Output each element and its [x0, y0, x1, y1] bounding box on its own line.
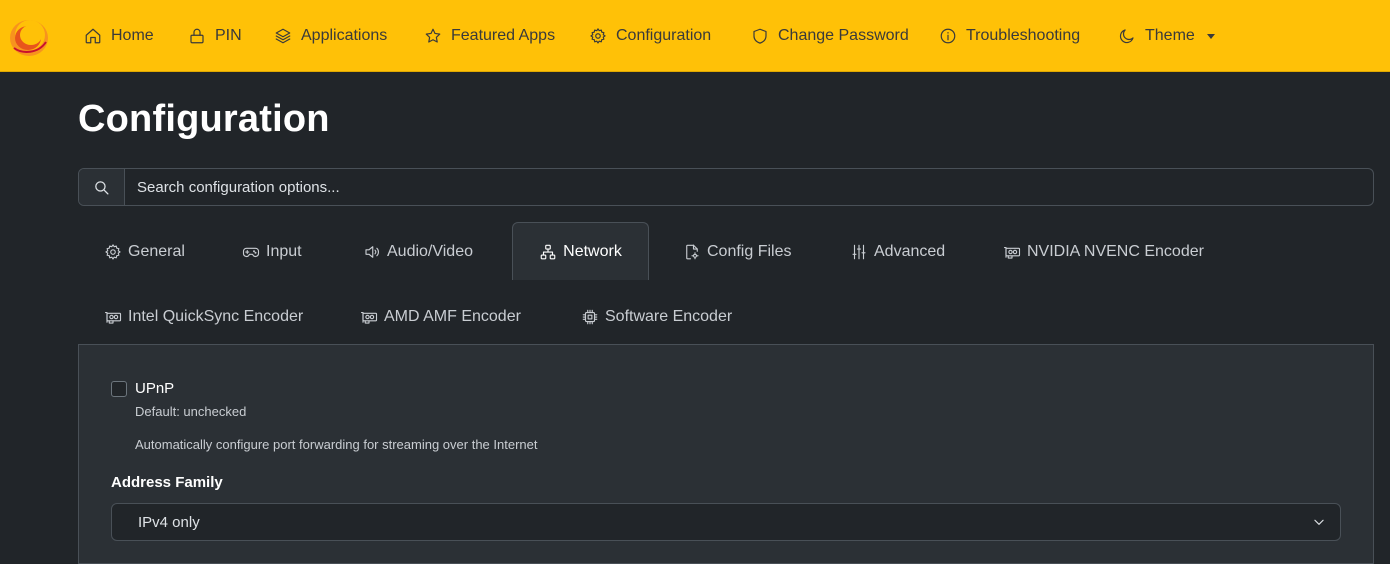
home-icon: [85, 28, 101, 44]
shield-icon: [753, 28, 767, 44]
star-icon: [425, 28, 441, 43]
address-family-value: IPv4 only: [138, 513, 200, 531]
lock-icon: [190, 28, 204, 44]
tab-label: Audio/Video: [387, 243, 473, 260]
search-bar: [78, 168, 1374, 206]
gear-icon: [590, 28, 606, 44]
tab-label: Network: [563, 242, 622, 260]
tab-advanced[interactable]: Advanced: [850, 240, 945, 264]
nav-label: Troubleshooting: [966, 27, 1081, 44]
tab-amd-amf-encoder[interactable]: AMD AMF Encoder: [360, 305, 521, 329]
top-navbar: Home PIN Applications Featured Apps Conf…: [0, 0, 1390, 72]
nav-configuration[interactable]: Configuration: [589, 0, 751, 72]
nav-featured-apps[interactable]: Featured Apps: [424, 0, 589, 72]
nav-label: Theme: [1145, 27, 1195, 44]
gpu-card-icon: [360, 311, 378, 324]
nav-label: Applications: [301, 27, 388, 44]
tab-label: Config Files: [707, 243, 792, 260]
gpu-card-icon: [1003, 246, 1021, 259]
chevron-down-icon: [1314, 519, 1324, 525]
tab-label: Input: [266, 243, 302, 260]
tab-label: Software Encoder: [605, 308, 733, 325]
moon-icon: [1119, 29, 1134, 44]
nav-change-password[interactable]: Change Password: [751, 0, 939, 72]
nav-applications[interactable]: Applications: [274, 0, 424, 72]
info-icon: [940, 28, 956, 44]
upnp-checkbox[interactable]: [111, 381, 127, 397]
app-logo[interactable]: [8, 14, 50, 58]
sliders-icon: [852, 244, 866, 260]
nav-label: Change Password: [778, 27, 909, 44]
gear-icon: [105, 244, 121, 260]
tab-network[interactable]: Network: [512, 222, 649, 280]
nav-theme-dropdown[interactable]: Theme: [1118, 0, 1228, 72]
tab-software-encoder[interactable]: Software Encoder: [581, 305, 732, 329]
tab-audio-video[interactable]: Audio/Video: [363, 240, 473, 264]
upnp-default-text: Default: unchecked: [135, 404, 247, 419]
nav-troubleshooting[interactable]: Troubleshooting: [939, 0, 1118, 72]
nav-label: Configuration: [616, 27, 712, 44]
layers-icon: [275, 28, 291, 44]
cpu-icon: [582, 309, 598, 325]
tab-intel-quicksync-encoder[interactable]: Intel QuickSync Encoder: [104, 305, 303, 329]
tab-label: AMD AMF Encoder: [384, 308, 521, 325]
nav-label: Featured Apps: [451, 27, 556, 44]
network-icon: [540, 244, 556, 259]
gpu-card-icon: [104, 311, 122, 324]
upnp-label[interactable]: UPnP: [135, 380, 174, 397]
tab-label: Intel QuickSync Encoder: [128, 308, 304, 325]
search-addon: [79, 169, 125, 205]
search-input[interactable]: [125, 169, 1373, 205]
nav-home[interactable]: Home: [84, 0, 188, 72]
tab-label: General: [128, 243, 185, 260]
tab-label: Advanced: [874, 243, 946, 260]
address-family-label: Address Family: [111, 474, 223, 491]
gamepad-icon: [242, 247, 260, 258]
nav-pin[interactable]: PIN: [188, 0, 274, 72]
upnp-help-text: Automatically configure port forwarding …: [135, 437, 538, 452]
nav-label: PIN: [215, 27, 242, 44]
page-title: Configuration: [78, 98, 330, 140]
address-family-select[interactable]: IPv4 only: [111, 503, 1341, 541]
tab-label: NVIDIA NVENC Encoder: [1027, 243, 1204, 260]
file-gear-icon: [686, 244, 699, 260]
speaker-icon: [365, 246, 379, 258]
caret-down-icon: [1206, 33, 1215, 39]
nav-label: Home: [111, 27, 154, 44]
tab-nvidia-nvenc-encoder[interactable]: NVIDIA NVENC Encoder: [1003, 240, 1204, 264]
tab-input[interactable]: Input: [242, 240, 302, 264]
tab-config-files[interactable]: Config Files: [683, 240, 791, 264]
tab-general[interactable]: General: [104, 240, 185, 264]
search-icon: [95, 180, 109, 195]
